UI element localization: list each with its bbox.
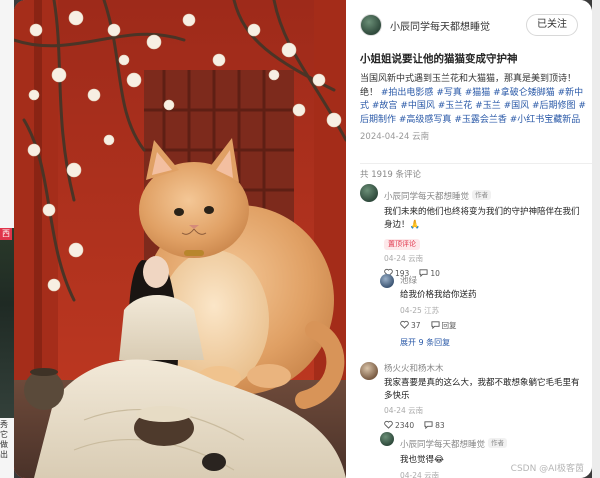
note-tag[interactable]: #玉兰花 xyxy=(438,101,473,111)
note-detail-modal: 小辰同学每天都想睡觉 已关注 小姐姐说要让他的猫猫变成守护神 当国风新中式遇到玉… xyxy=(14,0,592,478)
note-photo-illustration xyxy=(14,0,346,478)
comment-meta: 04-24 云南 xyxy=(384,254,424,263)
like-button[interactable]: 37 xyxy=(400,320,421,330)
comment-text: 我们未来的他们也终将变为我们的守护神陪伴在我们身边！🙏 xyxy=(384,207,580,230)
author-bar: 小辰同学每天都想睡觉 已关注 xyxy=(346,0,592,50)
note-tag[interactable]: #玉兰 xyxy=(475,101,501,111)
comment-author[interactable]: 小辰同学每天都想睡觉 xyxy=(384,192,469,202)
author-badge: 作者 xyxy=(488,437,508,448)
reply-meta: 04-25 江苏 xyxy=(400,305,440,315)
expand-replies-link[interactable]: 展开 9 条回复 xyxy=(400,337,580,348)
note-tag[interactable]: #猫猫 xyxy=(465,88,491,98)
comment-icon xyxy=(430,320,440,329)
note-tag[interactable]: #中国风 xyxy=(400,101,435,111)
background-feed-left: 西 秀它 做出 xyxy=(0,0,14,478)
reply-actions: 37 回复 xyxy=(400,320,580,331)
note-tag[interactable]: #小红书宝藏新品 xyxy=(510,115,581,125)
comments-count: 共 1919 条评论 xyxy=(360,170,422,180)
heart-icon xyxy=(400,320,409,329)
background-feed-image[interactable] xyxy=(0,228,14,418)
note-tag[interactable]: #故宫 xyxy=(372,101,398,111)
note-tag[interactable]: #写真 xyxy=(436,88,462,98)
comment-item: 小辰同学每天都想睡觉 作者 我们未来的他们也终将变为我们的守护神陪伴在我们身边！🙏… xyxy=(360,184,584,278)
reply-text: 给我价格我给你送药 xyxy=(400,290,477,300)
note-description: 当国风新中式遇到玉兰花和大猫猫，那真是美到顶诗！绝！ #拍出电影感 #写真 #猫… xyxy=(360,73,586,127)
pinned-badge: 置顶评论 xyxy=(384,239,420,250)
like-button[interactable]: 2340 xyxy=(384,420,414,430)
like-count: 37 xyxy=(411,321,421,330)
background-feed-tag: 西 xyxy=(0,228,12,240)
comment-meta: 04-24 云南 xyxy=(384,406,424,415)
comment-avatar[interactable] xyxy=(360,362,378,380)
divider xyxy=(360,163,592,164)
note-tag[interactable]: #拿破仑矮脚猫 xyxy=(493,88,555,98)
follow-button[interactable]: 已关注 xyxy=(526,14,578,36)
heart-icon xyxy=(384,420,393,429)
comment-item: 杨火火和杨木木 我家喜要是真的这么大，我都不敢想象躺它毛毛里有多快乐 04-24… xyxy=(360,362,584,430)
reply-author[interactable]: 池绿 xyxy=(400,274,580,286)
reply-avatar[interactable] xyxy=(380,274,394,288)
background-feed-text: 秀它 做出 xyxy=(0,420,8,459)
comment-icon xyxy=(424,421,433,429)
comment-avatar[interactable] xyxy=(360,184,378,202)
comment-text: 我家喜要是真的这么大，我都不敢想象躺它毛毛里有多快乐 xyxy=(384,378,580,401)
note-side-panel: 小辰同学每天都想睡觉 已关注 小姐姐说要让他的猫猫变成守护神 当国风新中式遇到玉… xyxy=(346,0,592,478)
author-badge: 作者 xyxy=(472,189,492,200)
reply-count: 83 xyxy=(435,421,445,430)
reply-avatar[interactable] xyxy=(380,432,394,446)
reply-button[interactable]: 83 xyxy=(424,420,445,430)
note-tag[interactable]: #玉露会兰香 xyxy=(454,115,507,125)
note-image[interactable] xyxy=(14,0,346,478)
watermark: CSDN @AI极客茵 xyxy=(510,464,584,474)
note-tag[interactable]: #拍出电影感 xyxy=(381,88,434,98)
comment-author[interactable]: 杨火火和杨木木 xyxy=(384,362,584,374)
comment-actions: 2340 83 xyxy=(384,420,584,430)
note-date: 2024-04-24 云南 xyxy=(360,132,430,143)
like-count: 2340 xyxy=(395,421,415,430)
note-content: 小姐姐说要让他的猫猫变成守护神 当国风新中式遇到玉兰花和大猫猫，那真是美到顶诗！… xyxy=(360,52,586,142)
background-feed-right xyxy=(592,0,600,478)
note-tag[interactable]: #国风 xyxy=(504,101,530,111)
reply-item: 池绿 给我价格我给你送药 04-25 江苏 37 回复 展开 9 条回复 xyxy=(380,274,580,348)
reply-button[interactable]: 回复 xyxy=(430,320,457,331)
note-title: 小姐姐说要让他的猫猫变成守护神 xyxy=(360,53,518,65)
note-tag[interactable]: #后期修图 xyxy=(532,101,576,111)
author-name[interactable]: 小辰同学每天都想睡觉 xyxy=(390,18,490,33)
reply-label: 回复 xyxy=(441,320,457,330)
note-tag[interactable]: #高级感写真 xyxy=(399,115,452,125)
author-avatar[interactable] xyxy=(360,14,382,36)
reply-author[interactable]: 小辰同学每天都想睡觉 xyxy=(400,440,485,450)
